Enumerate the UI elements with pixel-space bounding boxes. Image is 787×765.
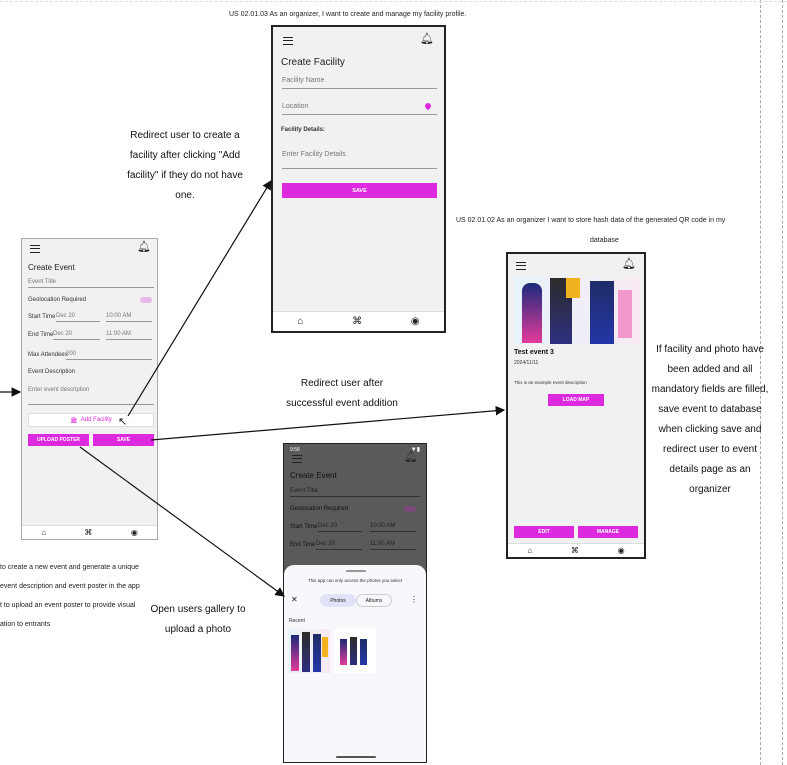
event-poster-image [514, 278, 640, 344]
menu-icon [292, 455, 302, 463]
menu-icon[interactable] [283, 37, 293, 45]
load-map-button[interactable]: LOAD MAP [548, 394, 604, 406]
geolocation-label: Geolocation Required [290, 506, 349, 512]
end-date-field[interactable]: Dec 20 [53, 331, 100, 340]
end-time-label: End Time [290, 542, 316, 548]
home-icon[interactable]: ⌂ [527, 546, 532, 555]
details-label: Facility Details: [281, 127, 326, 133]
end-time-field: 11:00 AM [370, 541, 416, 550]
bell-icon[interactable]: 🔔︎ [622, 257, 636, 270]
qr-scan-icon[interactable]: ⌘ [352, 316, 362, 327]
start-date-field: Dec 20 [318, 523, 362, 532]
phone-create-event: 🔔︎ Create Event Event Title Geolocation … [21, 238, 158, 540]
home-icon[interactable]: ⌂ [41, 528, 46, 537]
note-redirect-success: Redirect user after successful event add… [286, 378, 398, 409]
profile-icon[interactable]: ◉ [411, 316, 420, 327]
phone-event-details: 🔔︎ Test event 3 2024/11/11 This is an ex… [506, 252, 646, 559]
event-title-field: Event Title [290, 488, 420, 497]
divider-line [0, 1, 787, 2]
phone-gallery-picker: 9:56 ▼▮ 🔔︎ Create Event Event Title Geol… [283, 443, 427, 763]
manage-button[interactable]: MANAGE [578, 526, 638, 538]
start-time-field[interactable]: 10:00 AM [106, 313, 152, 322]
profile-icon[interactable]: ◉ [131, 528, 138, 537]
home-icon[interactable]: ⌂ [297, 316, 303, 327]
event-title-field[interactable]: Event Title [28, 279, 154, 288]
add-facility-button[interactable]: 🏛︎ Add Facility [28, 413, 154, 427]
home-indicator [336, 756, 376, 758]
event-name: Test event 3 [514, 349, 554, 356]
geolocation-toggle [404, 506, 416, 512]
edit-button[interactable]: EDIT [514, 526, 574, 538]
more-options-icon[interactable]: ⋮ [410, 595, 418, 604]
profile-icon[interactable]: ◉ [618, 546, 625, 555]
page-title: Create Event [28, 263, 75, 272]
user-story-qr: US 02.01.02 As an organizer I want to st… [456, 217, 726, 224]
qr-scan-icon[interactable]: ⌘ [84, 528, 92, 537]
end-date-field: Dec 20 [316, 541, 362, 550]
bottom-nav: ⌂ ⌘ ◉ [273, 311, 444, 331]
geolocation-label: Geolocation Required [28, 297, 87, 303]
end-time-field[interactable]: 11:00 AM [106, 331, 152, 340]
facility-details-field[interactable]: Enter Facility Details [282, 151, 437, 169]
description-field[interactable]: Enter event description [28, 387, 154, 405]
qr-scan-icon[interactable]: ⌘ [571, 546, 579, 555]
note-gallery: Open users gallery to upload a photo [150, 604, 246, 635]
gallery-photo[interactable] [288, 629, 330, 673]
page-title: Create Event [290, 471, 337, 480]
end-time-label: End Time [28, 332, 54, 338]
tab-photos[interactable]: Photos [320, 594, 356, 607]
recent-label: Recent [289, 618, 305, 624]
bottom-nav: ⌂ ⌘ ◉ [22, 525, 157, 539]
bell-icon[interactable]: 🔔︎ [137, 240, 151, 253]
note-left-description: to create a new event and generate a uni… [0, 564, 140, 628]
max-attendees-label: Max Attendees [28, 352, 68, 358]
facility-name-field[interactable]: Facility Name [282, 77, 437, 89]
description-label: Event Description [28, 369, 76, 375]
location-field[interactable]: Location [282, 103, 437, 115]
divider-line [782, 0, 783, 765]
photo-picker-sheet: This app can only access the photos you … [284, 565, 426, 762]
max-attendees-field[interactable]: 200 [66, 351, 152, 360]
cursor-icon: ↖ [118, 416, 128, 428]
start-time-label: Start Time [290, 524, 318, 530]
save-button[interactable]: SAVE [93, 434, 154, 446]
note-redirect-facility: Redirect user to create a facility after… [127, 130, 243, 201]
phone-create-facility: 🔔︎ Create Facility Facility Name Locatio… [271, 25, 446, 333]
tab-albums[interactable]: Albums [356, 594, 392, 607]
arrow-to-details [150, 405, 506, 441]
event-description: This is an example event description [514, 380, 587, 385]
upload-poster-button[interactable]: UPLOAD POSTER [28, 434, 89, 446]
building-icon: 🏛︎ [70, 417, 78, 424]
access-message: This app can only access the photos you … [307, 578, 403, 583]
menu-icon[interactable] [30, 245, 40, 253]
geolocation-toggle[interactable] [140, 297, 152, 303]
note-save-rule: If facility and photo have been added an… [651, 344, 769, 495]
save-button[interactable]: SAVE [282, 183, 437, 198]
bell-icon[interactable]: 🔔︎ [420, 32, 434, 45]
event-date: 2024/11/11 [514, 360, 539, 366]
gallery-photo[interactable] [334, 629, 376, 673]
bell-icon: 🔔︎ [404, 451, 418, 463]
start-date-field[interactable]: Dec 20 [56, 313, 100, 322]
close-icon[interactable]: ✕ [291, 595, 298, 604]
bottom-nav: ⌂ ⌘ ◉ [508, 543, 644, 557]
user-story-facility: US 02.01.03 As an organizer, I want to c… [229, 11, 467, 18]
menu-icon[interactable] [516, 262, 526, 270]
page-title: Create Facility [281, 57, 345, 68]
sheet-handle[interactable] [346, 570, 366, 572]
status-time: 9:56 [290, 447, 300, 453]
user-story-qr-line2: database [590, 237, 619, 244]
start-time-field: 10:00 AM [370, 523, 416, 532]
start-time-label: Start Time [28, 314, 56, 320]
